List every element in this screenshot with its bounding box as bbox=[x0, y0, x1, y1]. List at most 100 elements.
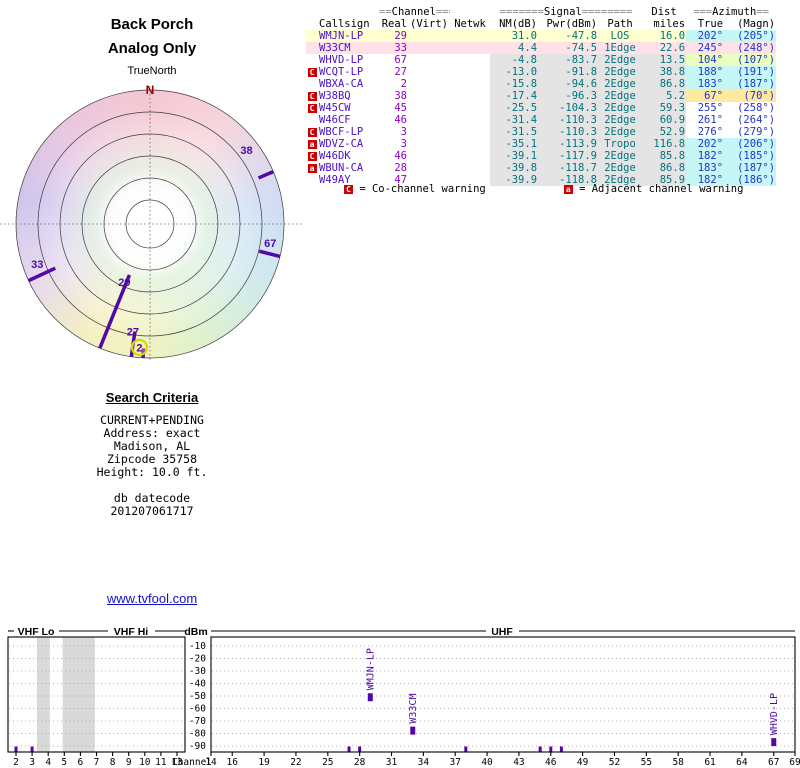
callsign-link[interactable]: W46CF bbox=[318, 114, 378, 126]
distance-cell: 52.9 bbox=[642, 126, 687, 138]
power-cell: -104.3 bbox=[538, 102, 599, 114]
noise-margin-cell: -25.5 bbox=[490, 102, 539, 114]
search-criteria: Search Criteria CURRENT+PENDING Address: … bbox=[0, 390, 304, 518]
azimuth-magn-cell: (107°) bbox=[724, 54, 777, 66]
distance-cell: 13.5 bbox=[642, 54, 687, 66]
warning-cell bbox=[306, 42, 318, 54]
x-tick-label: 4 bbox=[45, 757, 51, 768]
network-cell bbox=[450, 30, 491, 42]
station-table-wrap: ==Channel=== =======Signal======== Dist … bbox=[306, 6, 798, 186]
callsign-link[interactable]: WCQT-LP bbox=[318, 66, 378, 78]
y-tick-label: -50 bbox=[189, 691, 206, 702]
channel-real-cell: 3 bbox=[400, 126, 407, 138]
legend-co-text: = Co-channel warning bbox=[359, 183, 486, 195]
callsign-link[interactable]: WBUN-CA bbox=[318, 162, 378, 174]
band-label-uhf: UHF bbox=[491, 626, 513, 638]
azimuth-magn-cell: (187°) bbox=[724, 78, 777, 90]
vhf-shaded-band bbox=[62, 637, 95, 752]
azimuth-magn-cell: (205°) bbox=[724, 30, 777, 42]
network-cell bbox=[450, 162, 490, 174]
path-cell: 1Edge bbox=[598, 42, 643, 54]
col-virt: (Virt) bbox=[410, 18, 448, 30]
y-tick-label: -70 bbox=[189, 716, 206, 727]
warning-cell: C bbox=[306, 66, 318, 78]
callsign-link[interactable]: W33CM bbox=[318, 42, 378, 54]
azimuth-magn-cell: (187°) bbox=[724, 162, 777, 174]
band-label-vhf-hi: VHF Hi bbox=[114, 626, 149, 638]
noise-margin-cell: -35.1 bbox=[490, 138, 539, 150]
adjacent-channel-warning-icon: a bbox=[307, 139, 317, 149]
below-floor-marker bbox=[30, 746, 34, 752]
below-floor-marker bbox=[347, 746, 351, 752]
tvfool-link[interactable]: www.tvfool.com bbox=[107, 591, 197, 606]
signal-group-header: =======Signal======== bbox=[499, 6, 633, 18]
x-tick-label: 40 bbox=[481, 757, 493, 768]
power-cell: -118.7 bbox=[538, 162, 599, 174]
signal-bar-WMJN-LP bbox=[367, 693, 373, 702]
azimuth-magn-cell: (70°) bbox=[724, 90, 777, 102]
y-tick-label: -20 bbox=[189, 654, 206, 665]
callsign-link[interactable]: W38BQ bbox=[318, 90, 378, 102]
search-criteria-line: 201207061717 bbox=[110, 504, 194, 518]
distance-cell: 116.8 bbox=[642, 138, 687, 150]
power-cell: -94.6 bbox=[538, 78, 599, 90]
x-tick-label: 58 bbox=[672, 757, 684, 768]
noise-margin-cell: 31.0 bbox=[490, 30, 539, 42]
north-label: N bbox=[146, 83, 155, 97]
channel-virt-cell bbox=[408, 90, 450, 102]
station-channel-label: 29 bbox=[118, 277, 130, 289]
legend-adjacent-text: = Adjacent channel warning bbox=[579, 183, 744, 195]
x-tick-label: 13 bbox=[171, 757, 182, 768]
y-axis-label: dBm bbox=[184, 626, 207, 638]
x-tick-label: 2 bbox=[13, 757, 19, 768]
power-cell: -83.7 bbox=[538, 54, 599, 66]
callsign-link[interactable]: WDVZ-CA bbox=[318, 138, 378, 150]
callsign-link[interactable]: WMJN-LP bbox=[318, 30, 378, 42]
path-cell: LOS bbox=[598, 30, 643, 42]
channel-real-cell: 29 bbox=[378, 30, 408, 42]
x-tick-label: 28 bbox=[354, 757, 366, 768]
x-tick-label: 22 bbox=[290, 757, 301, 768]
power-cell: -91.8 bbox=[538, 66, 599, 78]
x-tick-label: 25 bbox=[322, 757, 333, 768]
path-cell: 2Edge bbox=[598, 66, 643, 78]
channel-virt-cell bbox=[408, 150, 450, 162]
callsign-link[interactable]: W45CW bbox=[318, 102, 378, 114]
x-tick-label: 46 bbox=[545, 757, 557, 768]
signal-bar-W33CM bbox=[410, 726, 416, 735]
callsign-link[interactable]: WBXA-CA bbox=[318, 78, 378, 90]
station-table: ==Channel=== =======Signal======== Dist … bbox=[306, 6, 777, 186]
channel-real-cell: 46 bbox=[394, 150, 407, 162]
channel-virt-cell bbox=[408, 42, 451, 54]
radar-ring bbox=[81, 155, 219, 293]
x-tick-label: 6 bbox=[78, 757, 84, 768]
noise-margin-cell: -39.1 bbox=[490, 150, 539, 162]
azimuth-true-cell: 245° bbox=[686, 42, 725, 54]
y-tick-label: -80 bbox=[189, 729, 206, 740]
noise-margin-cell: -31.5 bbox=[490, 126, 539, 138]
azimuth-true-cell: 188° bbox=[686, 66, 725, 78]
channel-virt-cell bbox=[408, 138, 450, 150]
warning-cell: a bbox=[306, 162, 318, 174]
path-cell: 2Edge bbox=[598, 150, 643, 162]
station-channel-label: 67 bbox=[264, 238, 276, 250]
channel-virt-cell bbox=[408, 102, 450, 114]
path-cell: Tropo bbox=[598, 138, 643, 150]
channel-virt-cell bbox=[408, 66, 450, 78]
azimuth-true-cell: 67° bbox=[686, 90, 725, 102]
network-cell bbox=[450, 78, 490, 90]
x-tick-label: 31 bbox=[386, 757, 398, 768]
callsign-link[interactable]: WBCF-LP bbox=[318, 126, 378, 138]
channel-virt-cell bbox=[408, 114, 450, 126]
callsign-link[interactable]: W46DK bbox=[318, 150, 378, 162]
table-column-header: Callsign Real (Virt) Netwk NM(dB) Pwr(dB… bbox=[306, 18, 776, 30]
path-cell: 2Edge bbox=[598, 78, 643, 90]
network-cell bbox=[450, 54, 490, 66]
y-tick-label: -10 bbox=[189, 641, 206, 652]
channel-real-cell: 67 bbox=[394, 54, 407, 66]
adjacent-channel-warning-icon: a bbox=[307, 163, 317, 173]
x-tick-label: 64 bbox=[736, 757, 748, 768]
azimuth-true-cell: 261° bbox=[697, 114, 724, 126]
callsign-link[interactable]: WHVD-LP bbox=[318, 54, 378, 66]
channel-virt-cell bbox=[408, 126, 450, 138]
